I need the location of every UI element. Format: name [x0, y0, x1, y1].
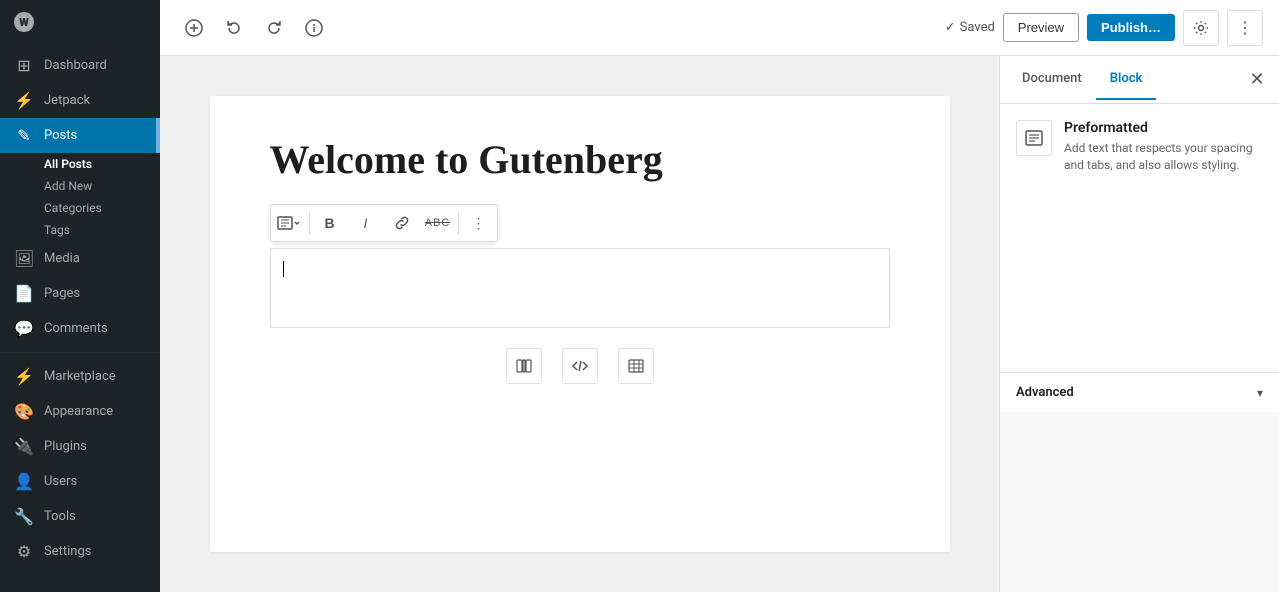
- sidebar-item-tools[interactable]: 🔧 Tools: [0, 499, 160, 534]
- sidebar-item-jetpack[interactable]: ⚡ Jetpack: [0, 83, 160, 118]
- sidebar-item-label: Settings: [44, 544, 91, 559]
- block-type-description: Add text that respects your spacing and …: [1064, 140, 1263, 174]
- block-info: Preformatted Add text that respects your…: [1016, 120, 1263, 174]
- settings-gear-button[interactable]: [1183, 10, 1219, 46]
- marketplace-icon: ⚡: [14, 367, 34, 386]
- close-icon: ✕: [1249, 69, 1264, 90]
- sidebar-item-label: Users: [44, 474, 77, 489]
- sidebar-item-plugins[interactable]: 🔌 Plugins: [0, 429, 160, 464]
- bold-button[interactable]: B: [312, 205, 348, 241]
- sidebar-subitem-all-posts[interactable]: All Posts: [0, 153, 160, 175]
- editor-toolbar: ✓ Saved Preview Publish… ⋮: [160, 0, 1279, 56]
- sidebar-item-comments[interactable]: 💬 Comments: [0, 311, 160, 346]
- sidebar-subitem-add-new[interactable]: Add New: [0, 175, 160, 197]
- advanced-section-title: Advanced: [1016, 385, 1074, 400]
- main-area: ✓ Saved Preview Publish… ⋮: [160, 0, 1279, 592]
- sidebar-item-label: Jetpack: [44, 93, 90, 108]
- check-icon: ✓: [945, 20, 956, 35]
- text-cursor: [283, 261, 284, 277]
- plugins-icon: 🔌: [14, 437, 34, 456]
- sidebar-item-label: Marketplace: [44, 369, 116, 384]
- panel-block-content: Preformatted Add text that respects your…: [1000, 104, 1279, 372]
- sidebar-item-appearance[interactable]: 🎨 Appearance: [0, 394, 160, 429]
- insert-row: [270, 348, 890, 384]
- sidebar-item-label: Dashboard: [44, 58, 107, 73]
- advanced-section-header[interactable]: Advanced ▾: [1000, 385, 1279, 400]
- info-button[interactable]: [296, 10, 332, 46]
- comments-icon: 💬: [14, 319, 34, 338]
- advanced-section: Advanced ▾: [1000, 372, 1279, 412]
- settings-icon: ⚙: [14, 542, 34, 561]
- sidebar-item-pages[interactable]: 📄 Pages: [0, 276, 160, 311]
- sidebar-item-label: Media: [44, 251, 80, 266]
- media-icon: 🖼: [14, 249, 34, 268]
- toolbar-divider-2: [458, 211, 459, 235]
- undo-button[interactable]: [216, 10, 252, 46]
- tab-document[interactable]: Document: [1008, 59, 1096, 100]
- chevron-down-icon: ▾: [1257, 386, 1263, 400]
- tab-block[interactable]: Block: [1096, 59, 1157, 100]
- jetpack-icon: ⚡: [14, 91, 34, 110]
- posts-icon: ✎: [14, 126, 34, 145]
- sidebar-subitem-tags[interactable]: Tags: [0, 219, 160, 241]
- panel-tabs: Document Block ✕: [1000, 56, 1279, 104]
- block-text-input[interactable]: [270, 248, 890, 328]
- sidebar-item-dashboard[interactable]: ⊞ Dashboard: [0, 48, 160, 83]
- editor-content: Welcome to Gutenberg B I: [210, 96, 950, 552]
- sidebar-item-settings[interactable]: ⚙ Settings: [0, 534, 160, 569]
- redo-button[interactable]: [256, 10, 292, 46]
- sidebar-subitem-categories[interactable]: Categories: [0, 197, 160, 219]
- italic-button[interactable]: I: [348, 205, 384, 241]
- sidebar-nav: ⊞ Dashboard ⚡ Jetpack ✎ Posts All Posts …: [0, 48, 160, 569]
- post-title[interactable]: Welcome to Gutenberg: [270, 136, 890, 184]
- panel-body-empty: [1000, 412, 1279, 592]
- pages-icon: 📄: [14, 284, 34, 303]
- add-block-button[interactable]: [176, 10, 212, 46]
- appearance-icon: 🎨: [14, 402, 34, 421]
- sidebar-item-label: Plugins: [44, 439, 87, 454]
- sidebar-item-marketplace[interactable]: ⚡ Marketplace: [0, 359, 160, 394]
- sidebar-item-label: Posts: [44, 128, 77, 143]
- toolbar-right: ✓ Saved Preview Publish… ⋮: [945, 10, 1263, 46]
- toolbar-divider: [309, 211, 310, 235]
- publish-button[interactable]: Publish…: [1087, 14, 1175, 41]
- users-icon: 👤: [14, 472, 34, 491]
- block-type-title: Preformatted: [1064, 120, 1263, 136]
- wp-logo-icon: W: [14, 12, 34, 32]
- sidebar-item-label: Appearance: [44, 404, 113, 419]
- dashboard-icon: ⊞: [14, 56, 34, 75]
- preview-button[interactable]: Preview: [1003, 13, 1079, 42]
- sidebar-item-media[interactable]: 🖼 Media: [0, 241, 160, 276]
- sidebar-item-label: Tools: [44, 509, 76, 524]
- insert-code-button[interactable]: [562, 348, 598, 384]
- insert-columns-button[interactable]: [506, 348, 542, 384]
- saved-label: Saved: [960, 20, 995, 35]
- block-toolbar: B I ABC ⋮: [270, 204, 498, 242]
- editor-area[interactable]: Welcome to Gutenberg B I: [160, 56, 999, 592]
- more-block-options-button[interactable]: ⋮: [461, 205, 497, 241]
- block-type-icon: [1016, 120, 1052, 156]
- sidebar-item-label: Pages: [44, 286, 80, 301]
- sidebar: W ⊞ Dashboard ⚡ Jetpack ✎ Posts All Post…: [0, 0, 160, 592]
- more-options-button[interactable]: ⋮: [1227, 10, 1263, 46]
- sidebar-item-label: Comments: [44, 321, 108, 336]
- right-panel: Document Block ✕: [999, 56, 1279, 592]
- link-button[interactable]: [384, 205, 420, 241]
- tools-icon: 🔧: [14, 507, 34, 526]
- panel-close-button[interactable]: ✕: [1243, 66, 1271, 94]
- site-logo[interactable]: W: [0, 0, 160, 44]
- saved-status: ✓ Saved: [945, 20, 995, 35]
- more-icon: ⋮: [1237, 18, 1253, 38]
- strikethrough-button[interactable]: ABC: [420, 205, 456, 241]
- insert-table-button[interactable]: [618, 348, 654, 384]
- sidebar-divider: [0, 352, 160, 353]
- block-type-button[interactable]: [271, 205, 307, 241]
- sidebar-item-users[interactable]: 👤 Users: [0, 464, 160, 499]
- sidebar-item-posts[interactable]: ✎ Posts: [0, 118, 160, 153]
- block-info-text: Preformatted Add text that respects your…: [1064, 120, 1263, 174]
